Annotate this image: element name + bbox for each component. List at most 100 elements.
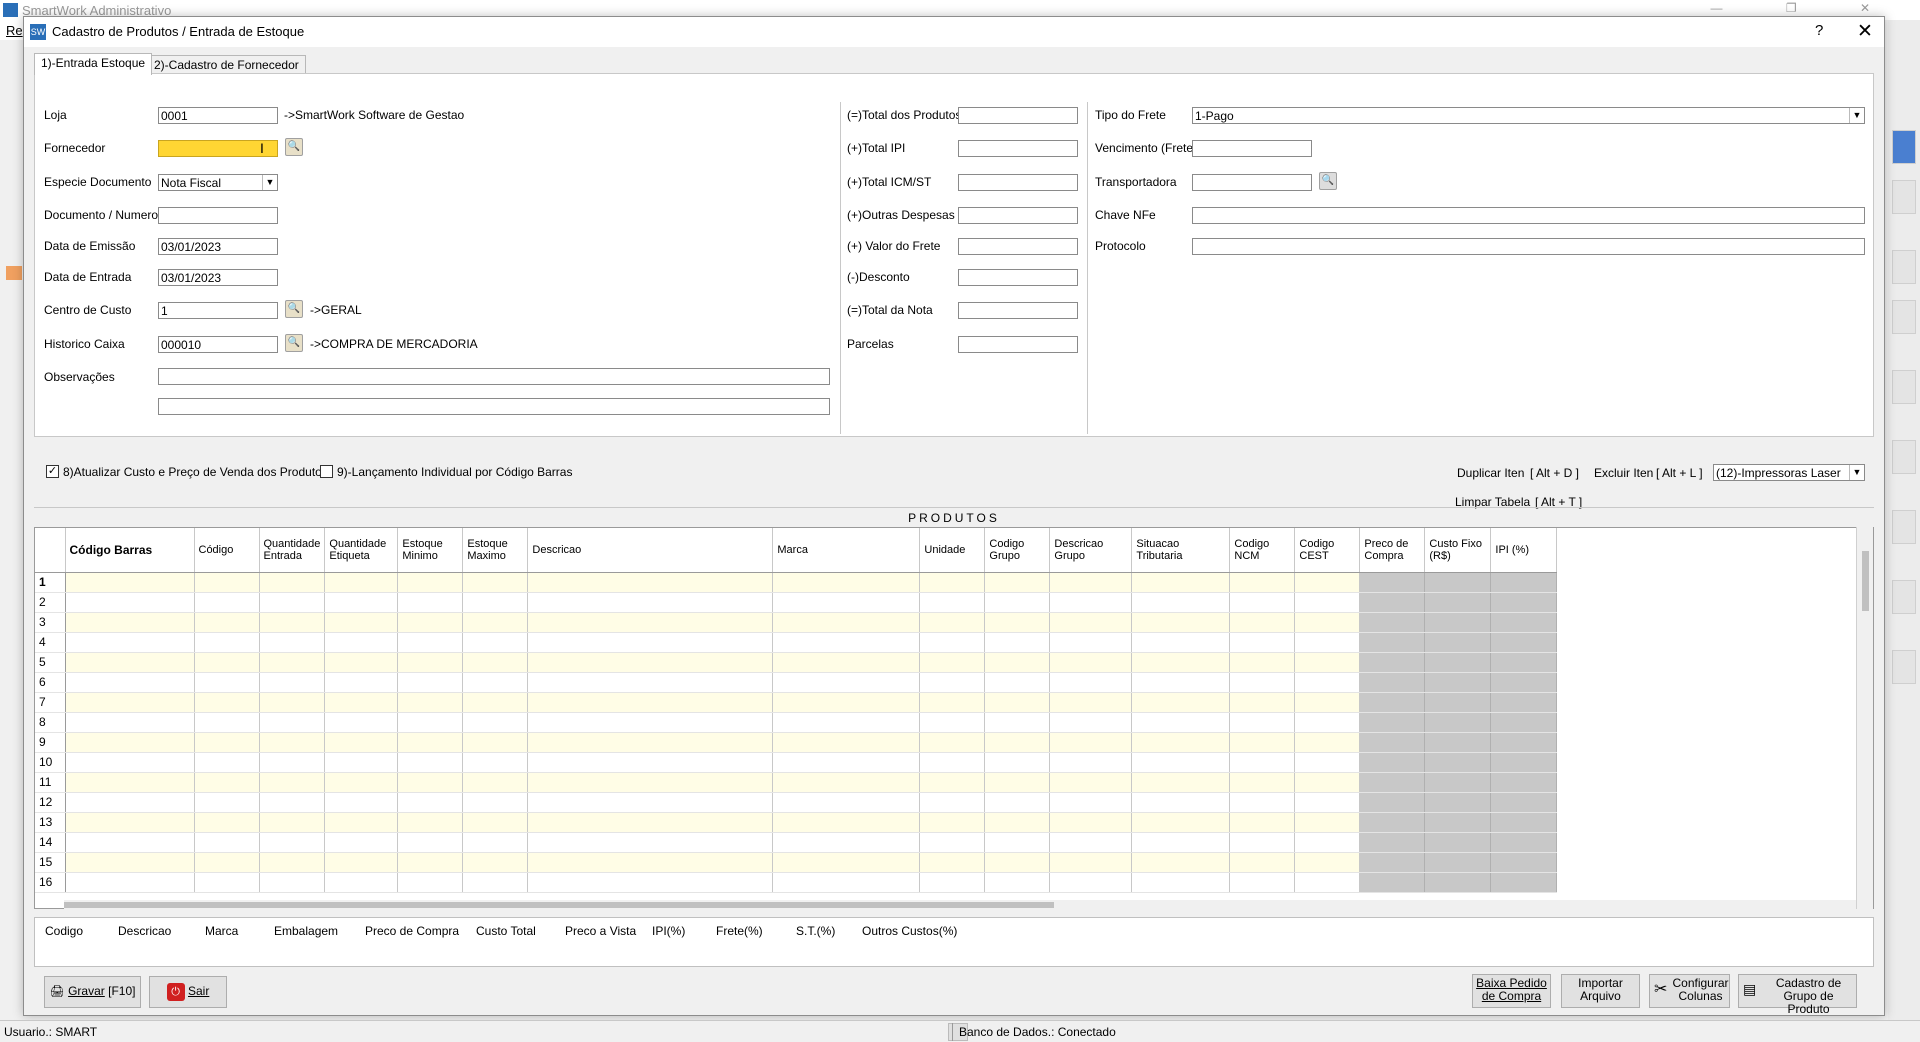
table-cell[interactable] <box>1229 712 1296 733</box>
help-button[interactable]: ? <box>1815 22 1823 39</box>
historico-search-button[interactable]: 🔍 <box>285 334 303 352</box>
row-number[interactable]: 8 <box>35 712 66 733</box>
table-cell[interactable] <box>259 752 326 773</box>
table-cell[interactable] <box>1424 732 1492 753</box>
table-cell[interactable] <box>65 592 195 613</box>
table-cell[interactable] <box>772 612 921 633</box>
table-cell[interactable] <box>65 652 195 673</box>
table-cell[interactable] <box>1359 792 1426 813</box>
table-cell[interactable] <box>194 632 260 653</box>
table-cell[interactable] <box>1294 832 1361 853</box>
table-cell[interactable] <box>1490 812 1558 833</box>
table-cell[interactable] <box>65 772 195 793</box>
table-cell[interactable] <box>1424 672 1492 693</box>
table-cell[interactable] <box>324 832 399 853</box>
table-cell[interactable] <box>324 612 399 633</box>
table-cell[interactable] <box>984 572 1051 593</box>
table-cell[interactable] <box>984 592 1051 613</box>
table-cell[interactable] <box>65 672 195 693</box>
table-cell[interactable] <box>1359 652 1426 673</box>
table-cell[interactable] <box>1131 772 1231 793</box>
fornecedor-search-button[interactable]: 🔍 <box>285 138 303 156</box>
table-cell[interactable] <box>919 772 986 793</box>
table-cell[interactable] <box>65 572 195 593</box>
table-cell[interactable] <box>259 852 326 873</box>
outras-despesas-input[interactable] <box>958 207 1078 224</box>
col-codigo-cest[interactable]: Codigo CEST <box>1294 528 1361 573</box>
table-cell[interactable] <box>1229 612 1296 633</box>
table-row[interactable]: 11 <box>35 772 1558 793</box>
atualizar-checkbox[interactable]: ✓ <box>46 465 59 478</box>
table-cell[interactable] <box>397 772 464 793</box>
table-cell[interactable] <box>772 632 921 653</box>
table-cell[interactable] <box>772 752 921 773</box>
table-cell[interactable] <box>194 692 260 713</box>
table-cell[interactable] <box>324 812 399 833</box>
table-cell[interactable] <box>1294 592 1361 613</box>
table-cell[interactable] <box>65 712 195 733</box>
table-cell[interactable] <box>1049 712 1133 733</box>
tipo-frete-select[interactable]: 1-Pago ▼ <box>1192 107 1865 124</box>
table-cell[interactable] <box>324 652 399 673</box>
table-cell[interactable] <box>397 852 464 873</box>
table-cell[interactable] <box>324 792 399 813</box>
table-cell[interactable] <box>1490 832 1558 853</box>
table-cell[interactable] <box>919 572 986 593</box>
especie-select[interactable]: Nota Fiscal ▼ <box>158 174 278 191</box>
table-cell[interactable] <box>462 732 529 753</box>
table-cell[interactable] <box>1131 832 1231 853</box>
table-cell[interactable] <box>1131 852 1231 873</box>
table-cell[interactable] <box>259 732 326 753</box>
table-row[interactable]: 16 <box>35 872 1558 893</box>
table-cell[interactable] <box>462 672 529 693</box>
table-cell[interactable] <box>772 732 921 753</box>
row-number[interactable]: 5 <box>35 652 66 673</box>
table-cell[interactable] <box>772 672 921 693</box>
table-cell[interactable] <box>1049 592 1133 613</box>
table-cell[interactable] <box>1229 732 1296 753</box>
valor-frete-input[interactable] <box>958 238 1078 255</box>
table-row[interactable]: 10 <box>35 752 1558 773</box>
table-cell[interactable] <box>259 772 326 793</box>
table-cell[interactable] <box>259 832 326 853</box>
table-cell[interactable] <box>984 772 1051 793</box>
table-cell[interactable] <box>984 832 1051 853</box>
table-cell[interactable] <box>1294 752 1361 773</box>
table-cell[interactable] <box>462 572 529 593</box>
sair-button[interactable]: ⏻ Sair <box>149 976 227 1008</box>
gravar-button[interactable]: 🖨 Gravar [F10] <box>44 976 141 1008</box>
table-cell[interactable] <box>984 872 1051 893</box>
table-cell[interactable] <box>1131 572 1231 593</box>
back-panel-tab[interactable] <box>1892 580 1916 614</box>
row-number[interactable]: 7 <box>35 692 66 713</box>
table-cell[interactable] <box>462 832 529 853</box>
back-panel-tab[interactable] <box>1892 180 1916 214</box>
table-cell[interactable] <box>194 852 260 873</box>
table-cell[interactable] <box>1424 872 1492 893</box>
table-cell[interactable] <box>919 712 986 733</box>
table-cell[interactable] <box>65 792 195 813</box>
table-cell[interactable] <box>324 632 399 653</box>
table-cell[interactable] <box>1359 772 1426 793</box>
table-cell[interactable] <box>1490 632 1558 653</box>
loja-input[interactable]: 0001 <box>158 107 278 124</box>
back-menu-label[interactable]: Re <box>6 23 23 38</box>
table-cell[interactable] <box>259 792 326 813</box>
table-cell[interactable] <box>772 692 921 713</box>
col-descricao[interactable]: Descricao <box>527 528 774 573</box>
row-number[interactable]: 10 <box>35 752 66 773</box>
table-row[interactable]: 14 <box>35 832 1558 853</box>
table-row[interactable]: 7 <box>35 692 1558 713</box>
table-cell[interactable] <box>194 732 260 753</box>
table-cell[interactable] <box>1049 792 1133 813</box>
table-cell[interactable] <box>772 812 921 833</box>
table-cell[interactable] <box>259 672 326 693</box>
table-cell[interactable] <box>1359 732 1426 753</box>
table-cell[interactable] <box>1359 812 1426 833</box>
excluir-item-button[interactable]: Excluir Iten <box>1594 466 1653 480</box>
transportadora-search-button[interactable]: 🔍 <box>1319 172 1337 190</box>
table-cell[interactable] <box>397 832 464 853</box>
table-cell[interactable] <box>259 812 326 833</box>
table-cell[interactable] <box>1229 652 1296 673</box>
table-cell[interactable] <box>1229 772 1296 793</box>
